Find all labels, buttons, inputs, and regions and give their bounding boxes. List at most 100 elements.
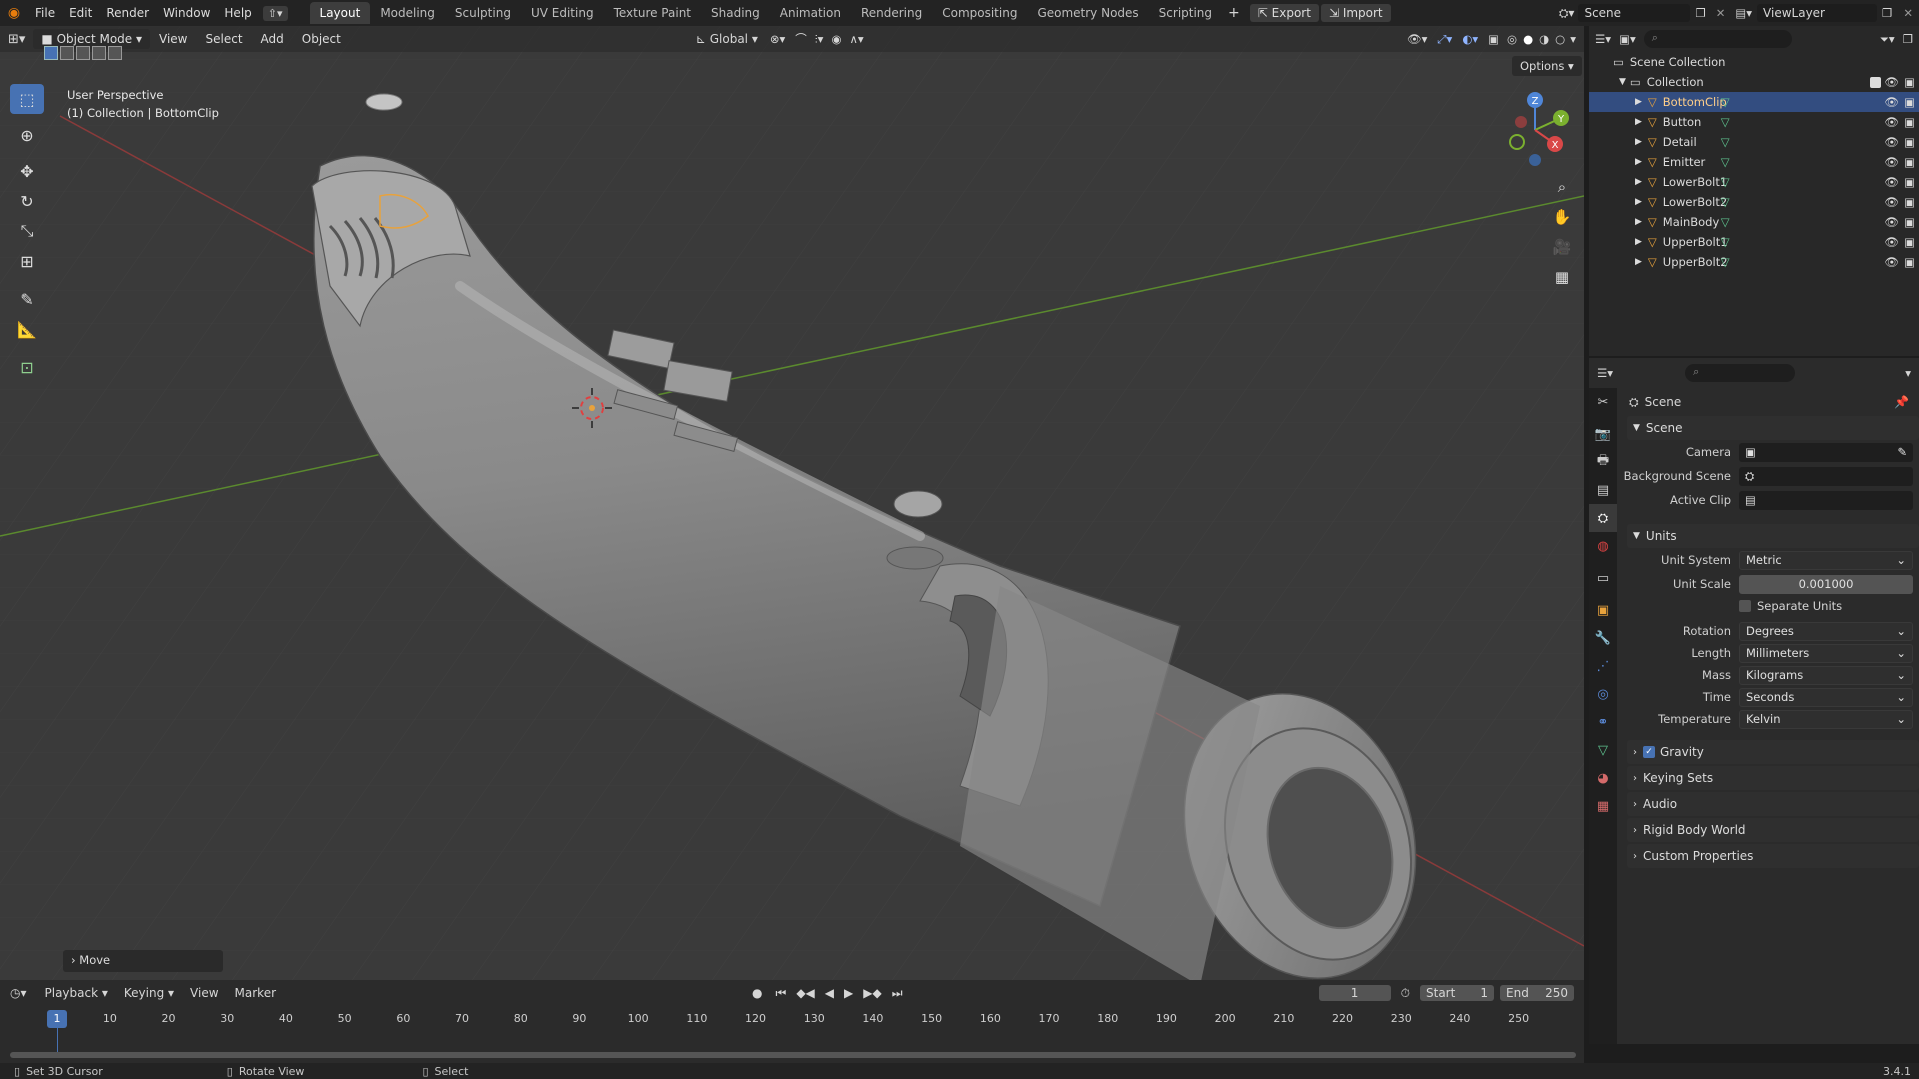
tab-compositing[interactable]: Compositing: [932, 2, 1027, 24]
expand-arrow-icon[interactable]: ▶: [1635, 177, 1642, 187]
editor-type-icon[interactable]: ⊞▾: [0, 32, 33, 47]
unit-scale-field[interactable]: 0.001000: [1739, 574, 1913, 594]
expand-arrow-icon[interactable]: ▶: [1635, 197, 1642, 207]
scene-icon[interactable]: ⛭▾: [1555, 6, 1579, 21]
select-invert-icon[interactable]: [92, 46, 106, 60]
properties-editor-icon[interactable]: ☰▾: [1597, 366, 1613, 380]
constraints-tab-icon[interactable]: ⚭: [1589, 708, 1617, 736]
collapse-arrow-icon[interactable]: ▼: [1619, 77, 1626, 87]
outliner-search-input[interactable]: ⌕: [1643, 30, 1792, 48]
outliner-item[interactable]: ▶ ▽ BottomClip ▽ 👁 ▣: [1589, 92, 1919, 112]
menu-help[interactable]: Help: [217, 6, 258, 20]
custom-properties-panel-header[interactable]: › Custom Properties: [1627, 844, 1919, 868]
tab-animation[interactable]: Animation: [770, 2, 851, 24]
vp-menu-view[interactable]: View: [150, 32, 196, 46]
outliner-item[interactable]: ▶ ▽ UpperBolt2 ▽ 👁 ▣: [1589, 252, 1919, 272]
collection-eye-icon[interactable]: 👁: [1884, 75, 1899, 89]
orientation-dropdown[interactable]: ⊾ Global ▾: [690, 32, 764, 46]
tool-tab-icon[interactable]: ✂: [1589, 388, 1617, 416]
3d-viewport[interactable]: ⊞▾ ■ Object Mode ▾ View Select Add Objec…: [0, 26, 1584, 980]
menu-window[interactable]: Window: [156, 6, 217, 20]
viewlayer-field[interactable]: ViewLayer: [1757, 4, 1878, 22]
next-key-icon[interactable]: ▶◆: [860, 986, 884, 1000]
render-camera-icon[interactable]: ▣: [1904, 195, 1915, 209]
current-frame-field[interactable]: 1: [1318, 985, 1391, 1001]
mesh-data-icon[interactable]: ▽: [1721, 95, 1730, 109]
outliner-collection[interactable]: ▼ ▭ Collection 👁 ▣: [1589, 72, 1919, 92]
hide-eye-icon[interactable]: 👁: [1884, 95, 1899, 109]
select-new-icon[interactable]: [44, 46, 58, 60]
display-mode-icon[interactable]: ▣▾: [1619, 32, 1636, 46]
proportional-icon[interactable]: ◉: [827, 32, 845, 46]
tab-texture-paint[interactable]: Texture Paint: [604, 2, 701, 24]
outliner-item[interactable]: ▶ ▽ LowerBolt1 ▽ 👁 ▣: [1589, 172, 1919, 192]
button-mesh[interactable]: [893, 490, 943, 518]
marker-menu[interactable]: Marker: [229, 986, 282, 1000]
start-frame-field[interactable]: Start 1: [1420, 985, 1494, 1001]
import-button[interactable]: ⇲ Import: [1320, 4, 1391, 22]
mesh-data-icon[interactable]: ▽: [1721, 215, 1730, 229]
timeline-scrollbar[interactable]: [10, 1052, 1576, 1058]
outliner-item[interactable]: ▶ ▽ UpperBolt1 ▽ 👁 ▣: [1589, 232, 1919, 252]
output-tab-icon[interactable]: 🖶: [1589, 448, 1617, 476]
hide-eye-icon[interactable]: 👁: [1884, 115, 1899, 129]
playback-menu[interactable]: Playback ▾: [39, 986, 114, 1000]
play-icon[interactable]: ▶: [841, 986, 856, 1000]
unit-system-dropdown[interactable]: Metric ⌄: [1739, 550, 1913, 570]
world-tab-icon[interactable]: ◍: [1589, 532, 1617, 560]
outliner-editor-icon[interactable]: ☰▾: [1595, 32, 1611, 46]
tab-shading[interactable]: Shading: [701, 2, 770, 24]
hide-eye-icon[interactable]: 👁: [1884, 155, 1899, 169]
material-tab-icon[interactable]: ◕: [1589, 764, 1617, 792]
audio-panel-header[interactable]: › Audio: [1627, 792, 1919, 816]
gizmo-toggle-icon[interactable]: ⤢▾: [1432, 32, 1457, 47]
mesh-data-icon[interactable]: ▽: [1721, 195, 1730, 209]
rendered-shading-icon[interactable]: ○: [1552, 32, 1568, 46]
options-dropdown[interactable]: Options ▾: [1512, 56, 1582, 76]
bg-scene-field[interactable]: ⛭: [1739, 466, 1913, 486]
mesh-data-icon[interactable]: ▽: [1721, 135, 1730, 149]
wireframe-shading-icon[interactable]: ◎: [1504, 32, 1520, 46]
shading-options-icon[interactable]: ▾: [1568, 32, 1584, 46]
mass-dropdown[interactable]: Kilograms ⌄: [1739, 665, 1913, 685]
mesh-data-icon[interactable]: ▽: [1721, 115, 1730, 129]
render-camera-icon[interactable]: ▣: [1904, 115, 1915, 129]
add-cube-tool-icon[interactable]: ⊡: [10, 352, 44, 382]
timeline-view-menu[interactable]: View: [184, 986, 224, 1000]
rotation-dropdown[interactable]: Degrees ⌄: [1739, 621, 1913, 641]
mesh-data-icon[interactable]: ▽: [1721, 175, 1730, 189]
viewlayer-icon[interactable]: ▤▾: [1730, 6, 1757, 20]
ortho-toggle-icon[interactable]: ▦: [1548, 262, 1576, 292]
cursor-tool-icon[interactable]: ⊕: [10, 120, 44, 150]
link-icon[interactable]: ⇧▾: [262, 5, 288, 21]
vp-menu-select[interactable]: Select: [197, 32, 252, 46]
transform-tool-icon[interactable]: ⊞: [10, 246, 44, 276]
gravity-panel-header[interactable]: › ✓ Gravity: [1627, 740, 1919, 764]
outliner-scene-collection[interactable]: ▭ Scene Collection: [1589, 52, 1919, 72]
export-button[interactable]: ⇱ Export: [1249, 4, 1319, 22]
expand-arrow-icon[interactable]: ▶: [1635, 137, 1642, 147]
render-camera-icon[interactable]: ▣: [1904, 95, 1915, 109]
units-panel-header[interactable]: ▼ Units: [1627, 524, 1919, 548]
properties-options-icon[interactable]: ▾: [1905, 366, 1911, 380]
physics-tab-icon[interactable]: ◎: [1589, 680, 1617, 708]
scene-tab-icon[interactable]: ⛭: [1589, 504, 1617, 532]
hide-eye-icon[interactable]: 👁: [1884, 175, 1899, 189]
scene-panel-header[interactable]: ▼ Scene: [1627, 416, 1919, 440]
render-camera-icon[interactable]: ▣: [1904, 255, 1915, 269]
select-extend-icon[interactable]: [60, 46, 74, 60]
particles-tab-icon[interactable]: ⋰: [1589, 652, 1617, 680]
keying-sets-panel-header[interactable]: › Keying Sets: [1627, 766, 1919, 790]
stopwatch-icon[interactable]: ⏱: [1395, 986, 1416, 1001]
mesh-data-icon[interactable]: ▽: [1721, 255, 1730, 269]
annotate-tool-icon[interactable]: ✎: [10, 284, 44, 314]
add-workspace-icon[interactable]: +: [1222, 5, 1246, 21]
menu-render[interactable]: Render: [99, 6, 156, 20]
solid-shading-icon[interactable]: ●: [1520, 32, 1536, 46]
expand-arrow-icon[interactable]: ▶: [1635, 97, 1642, 107]
mesh-data-icon[interactable]: ▽: [1721, 235, 1730, 249]
render-tab-icon[interactable]: 📷: [1589, 420, 1617, 448]
tab-layout[interactable]: Layout: [309, 2, 371, 24]
hide-eye-icon[interactable]: 👁: [1884, 255, 1899, 269]
navigation-gizmo[interactable]: Z Y X: [1495, 88, 1575, 168]
